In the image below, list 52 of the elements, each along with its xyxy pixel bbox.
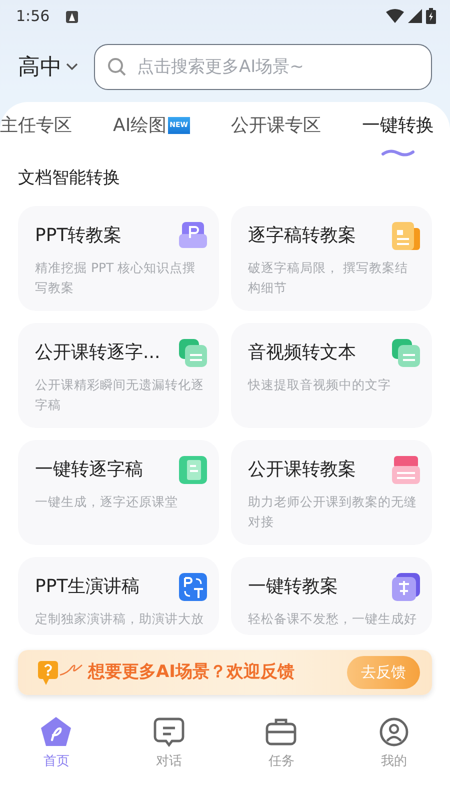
card-title: 一键转教案 xyxy=(248,574,338,598)
ppt-icon xyxy=(179,222,207,250)
card-description: 定制独家演讲稿，助演讲大放 xyxy=(35,610,205,628)
card-title: 逐字稿转教案 xyxy=(248,224,356,248)
person-icon xyxy=(378,716,410,748)
tab[interactable]: 主任专区 xyxy=(0,112,72,160)
feature-card[interactable]: 一键转逐字稿 一键生成，逐字还原课堂 xyxy=(18,440,219,544)
status-time: 1:56 xyxy=(16,6,50,27)
card-description: 轻松备课不发愁，一键生成好 xyxy=(248,610,418,628)
signal-icon xyxy=(408,9,422,23)
home-icon xyxy=(40,716,72,748)
section-title: 文档智能转换 xyxy=(17,167,121,190)
feature-card[interactable]: 逐字稿转教案 破逐字稿局限， 撰写教案结构细节 xyxy=(231,206,432,310)
copy-icon xyxy=(392,338,420,366)
banner-text: 想要更多AI场景？欢迎反馈 xyxy=(88,660,294,684)
tab[interactable]: 一键转换 xyxy=(362,112,434,160)
briefcase-icon xyxy=(265,716,298,748)
search-field[interactable]: 点击搜索更多AI场景~ xyxy=(94,44,432,90)
chat-icon xyxy=(152,716,185,748)
feature-card[interactable]: PPT生演讲稿 定制独家演讲稿，助演讲大放 xyxy=(18,556,219,634)
copy-icon xyxy=(179,338,207,366)
card-description: 助力老师公开课到教案的无缝对接 xyxy=(248,492,418,530)
card-title: 一键转逐字稿 xyxy=(35,458,143,482)
feature-card[interactable]: 音视频转文本 快速提取音视频中的文字 xyxy=(231,322,432,428)
card-title: 公开课转逐字... xyxy=(35,340,160,364)
translate-icon xyxy=(179,572,207,600)
wifi-icon xyxy=(386,9,404,23)
card-title: 公开课转教案 xyxy=(248,458,356,482)
card-description: 公开课精彩瞬间无遗漏转化逐字稿 xyxy=(35,376,205,414)
tray-icon xyxy=(392,456,420,484)
feature-card[interactable]: 公开课转教案 助力老师公开课到教案的无缝对接 xyxy=(231,440,432,544)
question-bubble-icon xyxy=(38,658,84,686)
note-icon xyxy=(179,456,207,484)
battery-icon xyxy=(426,8,436,24)
card-title: 音视频转文本 xyxy=(248,340,356,364)
card-description: 破逐字稿局限， 撰写教案结构细节 xyxy=(248,258,409,296)
wave-underline-icon xyxy=(381,149,415,158)
grade-dropdown[interactable]: 高中 xyxy=(18,50,78,84)
notification-icon xyxy=(66,10,78,23)
card-title: PPT生演讲稿 xyxy=(35,574,140,598)
search-icon xyxy=(107,57,127,77)
feature-card[interactable]: 公开课转逐字... 公开课精彩瞬间无遗漏转化逐字稿 xyxy=(18,322,219,428)
card-title: PPT转教案 xyxy=(35,224,122,248)
tab[interactable]: 公开课专区 xyxy=(231,112,321,160)
card-description: 快速提取音视频中的文字 xyxy=(248,376,392,394)
card-description: 一键生成，逐字还原课堂 xyxy=(35,492,179,510)
feature-card[interactable]: 一键转教案 轻松备课不发愁，一键生成好 xyxy=(231,556,432,634)
card-description: 精准挖掘 PPT 核心知识点撰写教案 xyxy=(35,258,197,296)
document-icon xyxy=(392,222,420,250)
feature-card[interactable]: PPT转教案 精准挖掘 PPT 核心知识点撰写教案 xyxy=(18,206,219,310)
chevron-down-icon xyxy=(66,63,78,71)
convert-icon xyxy=(392,572,420,600)
